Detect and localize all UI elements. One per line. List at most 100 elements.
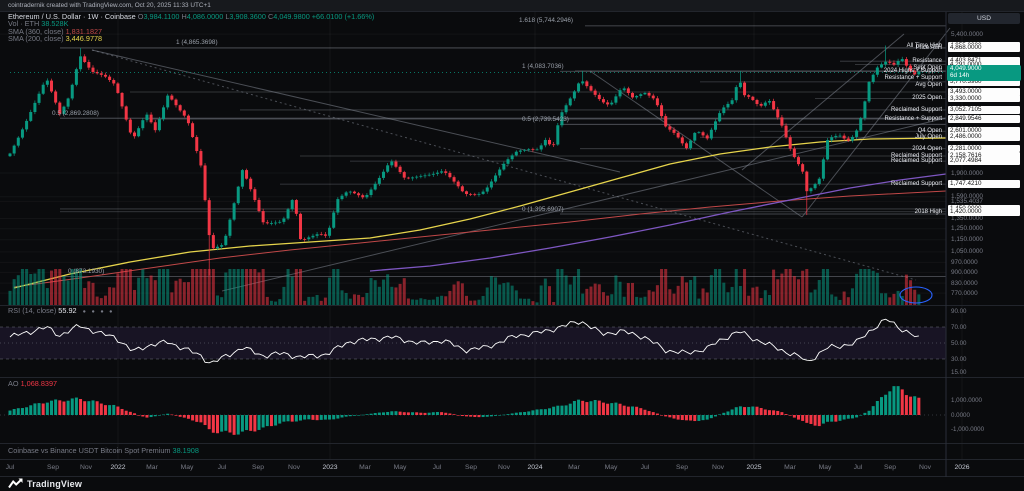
candle-body — [315, 234, 319, 236]
ao-bar — [626, 406, 630, 415]
candle-body — [249, 178, 253, 190]
ao-bar — [286, 415, 290, 422]
volume-bar — [257, 272, 261, 305]
time-axis-year[interactable]: 2023 — [322, 464, 337, 471]
close-value: 4,049.9800 — [273, 11, 310, 21]
ao-bar — [128, 411, 132, 415]
volume-bar — [631, 282, 634, 305]
candle-body — [166, 95, 170, 108]
candle-body — [311, 235, 315, 238]
ao-bar — [340, 415, 344, 418]
candle-body — [593, 90, 597, 95]
time-axis-month[interactable]: Mar — [146, 464, 158, 471]
time-axis-month[interactable]: Sep — [252, 464, 264, 471]
ao-legend[interactable]: AO 1,068.8397 — [8, 380, 57, 388]
ao-bar — [622, 405, 626, 415]
volume-bar — [867, 269, 871, 305]
ao-bar — [568, 403, 572, 415]
candle-body — [220, 245, 224, 247]
time-axis-year[interactable]: 2026 — [954, 464, 969, 471]
volume-bar — [664, 269, 668, 305]
volume-bar — [182, 282, 186, 305]
time-axis-month[interactable]: Mar — [784, 464, 796, 471]
volume-bar — [340, 290, 344, 305]
candle-body — [145, 114, 149, 121]
time-axis-month[interactable]: Jul — [218, 464, 227, 471]
volume-bar — [797, 279, 800, 305]
currency-toggle[interactable]: USD — [948, 13, 1020, 24]
time-axis-month[interactable]: Sep — [465, 464, 477, 471]
candle-body — [751, 96, 755, 100]
time-axis-month[interactable]: Nov — [288, 464, 300, 471]
volume-bar — [523, 298, 527, 305]
ao-bar — [444, 412, 448, 415]
time-axis-month[interactable]: Jul — [854, 464, 863, 471]
price-axis-tick: 1,250.0000 — [951, 225, 983, 233]
volume-bar — [16, 275, 20, 305]
volume-bar — [245, 269, 249, 305]
ao-bar — [87, 401, 91, 415]
candle-body — [278, 221, 282, 223]
rsi-toolbar[interactable]: ● ● ● ● — [83, 309, 115, 315]
ao-bar — [448, 413, 452, 415]
open-value: 3,984.1100 — [143, 11, 180, 21]
volume-bar — [108, 287, 112, 305]
ao-bar — [838, 415, 842, 421]
ao-bar — [722, 412, 726, 415]
volume-bar — [606, 295, 610, 305]
time-axis-month[interactable]: Mar — [568, 464, 580, 471]
tradingview-brand[interactable]: TradingView — [27, 479, 82, 489]
candle-body — [195, 137, 199, 152]
time-axis-month[interactable]: May — [605, 464, 618, 471]
ao-bar — [577, 399, 581, 415]
volume-bar — [759, 298, 763, 305]
settings-icon[interactable]: ● — [91, 309, 96, 315]
volume-bar — [253, 269, 257, 305]
sma200-row[interactable]: SMA (200, close) 3,446.9778 — [8, 35, 374, 43]
ao-bar — [282, 415, 286, 422]
volume-bar — [406, 298, 410, 305]
time-axis-month[interactable]: Nov — [712, 464, 724, 471]
volume-bar — [29, 274, 33, 305]
tradingview-logo-icon[interactable] — [8, 478, 23, 490]
time-axis-month[interactable]: Nov — [919, 464, 931, 471]
time-axis-month[interactable]: Sep — [884, 464, 896, 471]
time-axis-month[interactable]: Sep — [47, 464, 59, 471]
ao-bar — [299, 415, 302, 421]
time-axis-month[interactable]: Sep — [676, 464, 688, 471]
time-axis-month[interactable]: May — [819, 464, 832, 471]
time-axis-year[interactable]: 2022 — [110, 464, 125, 471]
time-axis-year[interactable]: 2024 — [527, 464, 542, 471]
candle-body — [294, 200, 298, 214]
visibility-icon[interactable]: ● — [83, 309, 88, 315]
time-axis-month[interactable]: Jul — [6, 464, 15, 471]
time-axis-month[interactable]: Mar — [359, 464, 371, 471]
volume-bar — [199, 269, 203, 305]
delete-icon[interactable]: ● — [100, 309, 105, 315]
candle-body — [614, 96, 618, 103]
time-axis-month[interactable]: Jul — [433, 464, 442, 471]
candle-body — [377, 177, 381, 184]
candle-body — [734, 87, 738, 101]
ao-value: 1,068.8397 — [20, 379, 58, 388]
volume-bar — [124, 269, 128, 305]
time-axis-month[interactable]: Nov — [498, 464, 510, 471]
time-axis-month[interactable]: May — [394, 464, 407, 471]
candle-body — [456, 181, 460, 187]
time-axis-month[interactable]: Nov — [80, 464, 92, 471]
ao-bar — [199, 415, 203, 423]
ao-bar — [477, 415, 481, 418]
volume-bar — [884, 293, 888, 305]
rsi-legend[interactable]: RSI (14, close) 55.92 ● ● ● ● — [8, 307, 115, 317]
time-axis-month[interactable]: May — [181, 464, 194, 471]
candle-body — [365, 194, 369, 198]
more-options-icon[interactable]: ● — [109, 309, 114, 315]
time-axis-year[interactable]: 2025 — [746, 464, 761, 471]
ao-bar — [776, 410, 780, 415]
ao-bar — [859, 414, 863, 416]
ao-bar — [668, 415, 672, 418]
candle-body — [178, 105, 182, 111]
time-axis-month[interactable]: Jul — [641, 464, 650, 471]
premium-legend[interactable]: Coinbase vs Binance USDT Bitcoin Spot Pr… — [8, 446, 199, 455]
symbol-legend[interactable]: Ethereum / U.S. Dollar · 1W · Coinbase O… — [8, 11, 374, 43]
